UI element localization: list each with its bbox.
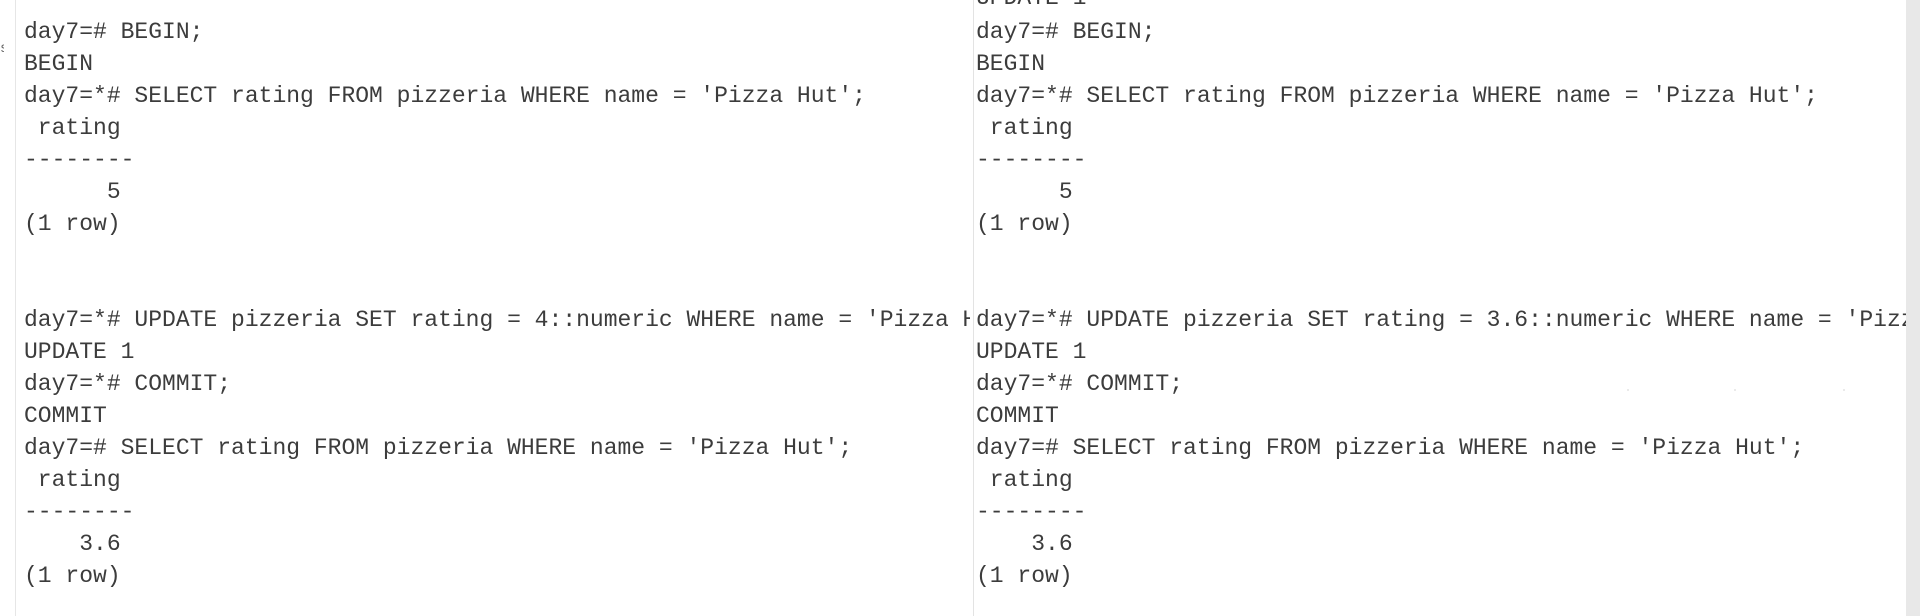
left-edge-mark: s: [0, 38, 4, 60]
right-edge-strip: [1906, 0, 1920, 616]
clipped-terminal-line: UPDATE 1: [976, 0, 1086, 15]
terminal-line: rating: [976, 115, 1073, 141]
terminal-line: rating: [24, 115, 121, 141]
terminal-line: day7=# SELECT rating FROM pizzeria WHERE…: [24, 435, 853, 461]
terminal-line: day7=*# UPDATE pizzeria SET rating = 4::…: [24, 307, 970, 333]
terminal-line: day7=*# SELECT rating FROM pizzeria WHER…: [24, 83, 866, 109]
terminal-line: (1 row): [24, 211, 121, 237]
left-pane-border: [15, 0, 16, 616]
terminal-line: BEGIN: [24, 51, 94, 77]
terminal-line: day7=*# UPDATE pizzeria SET rating = 3.6…: [976, 307, 1906, 333]
terminal-line: BEGIN: [976, 51, 1046, 77]
terminal-line: (1 row): [976, 563, 1073, 589]
terminal-line: (1 row): [976, 211, 1073, 237]
terminal-line: rating: [24, 467, 121, 493]
terminal-line: day7=*# COMMIT;: [976, 371, 1184, 397]
terminal-line: COMMIT: [976, 403, 1059, 429]
terminal-line: UPDATE 1: [24, 339, 135, 365]
terminal-line: --------: [976, 147, 1087, 173]
terminal-line: day7=# SELECT rating FROM pizzeria WHERE…: [976, 435, 1805, 461]
psql-side-by-side-screenshot: s day7=# BEGIN; BEGIN day7=*# SELECT rat…: [0, 0, 1920, 616]
faint-speck: [1734, 389, 1736, 391]
terminal-line: --------: [24, 499, 135, 525]
right-terminal-pane: UPDATE 1 day7=# BEGIN; BEGIN day7=*# SEL…: [976, 0, 1906, 616]
faint-speck: [1843, 389, 1845, 391]
pane-divider: [973, 0, 974, 616]
terminal-line: 3.6: [24, 531, 121, 557]
terminal-line: day7=# BEGIN;: [976, 19, 1156, 45]
terminal-line: day7=*# COMMIT;: [24, 371, 232, 397]
faint-speck: [1627, 389, 1629, 391]
terminal-line: --------: [24, 147, 135, 173]
terminal-line: (1 row): [24, 563, 121, 589]
left-terminal-pane: day7=# BEGIN; BEGIN day7=*# SELECT ratin…: [24, 0, 970, 616]
terminal-line: rating: [976, 467, 1073, 493]
terminal-line: 3.6: [976, 531, 1073, 557]
terminal-line: COMMIT: [24, 403, 107, 429]
terminal-line: 5: [24, 179, 121, 205]
terminal-line: UPDATE 1: [976, 339, 1087, 365]
terminal-line: 5: [976, 179, 1073, 205]
terminal-line: --------: [976, 499, 1087, 525]
terminal-line: day7=*# SELECT rating FROM pizzeria WHER…: [976, 83, 1818, 109]
terminal-line: day7=# BEGIN;: [24, 19, 204, 45]
